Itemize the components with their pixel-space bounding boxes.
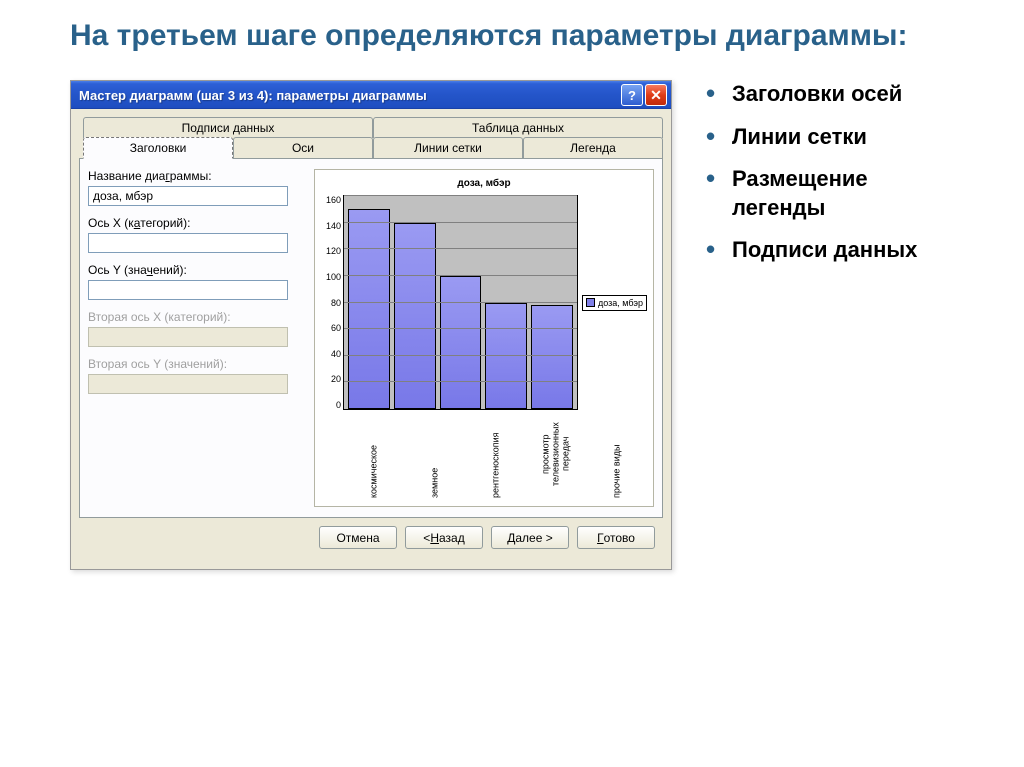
bar	[531, 305, 573, 409]
x-tick-label: космическое	[343, 410, 404, 500]
back-button[interactable]: < Назад	[405, 526, 483, 549]
tab-legend[interactable]: Легенда	[523, 137, 663, 159]
tab-gridlines[interactable]: Линии сетки	[373, 137, 523, 159]
next-button[interactable]: Далее >	[491, 526, 569, 549]
axis-x2-input	[88, 327, 288, 347]
cancel-button[interactable]: Отмена	[319, 526, 397, 549]
y-axis: 160140120100806040200	[321, 195, 343, 410]
axis-x-input[interactable]	[88, 233, 288, 253]
x-tick-label: земное	[404, 410, 465, 500]
chart-title-input[interactable]	[88, 186, 288, 206]
chart-preview: доза, мбэр 160140120100806040200 доза, м	[314, 169, 654, 507]
x-tick-label: рентгеноскопия	[465, 410, 526, 500]
help-button[interactable]: ?	[621, 84, 643, 106]
legend-label: доза, мбэр	[598, 298, 643, 308]
bar	[348, 209, 390, 409]
question-icon: ?	[628, 88, 636, 103]
tab-titles[interactable]: Заголовки	[83, 137, 233, 159]
x-axis-labels: космическоеземноерентгеноскопияпросмотр …	[321, 410, 647, 500]
axis-y-label: Ось Y (значений):	[88, 263, 308, 277]
titlebar: Мастер диаграмм (шаг 3 из 4): параметры …	[71, 81, 671, 109]
finish-button[interactable]: Готово	[577, 526, 655, 549]
close-icon: ✕	[650, 87, 662, 104]
chart-title-label: Название диаграммы:	[88, 169, 308, 183]
slide-title: На третьем шаге определяются параметры д…	[70, 18, 954, 54]
axis-x2-label: Вторая ось X (категорий):	[88, 310, 308, 324]
titlebar-caption: Мастер диаграмм (шаг 3 из 4): параметры …	[79, 88, 619, 103]
bar	[440, 276, 482, 409]
tab-axes[interactable]: Оси	[233, 137, 373, 159]
bullet-list: Заголовки осей Линии сетки Размещение леге…	[702, 80, 954, 279]
axis-y-input[interactable]	[88, 280, 288, 300]
plot-area	[343, 195, 578, 410]
bullet-item: Линии сетки	[706, 123, 954, 152]
bullet-item: Размещение легенды	[706, 165, 954, 222]
x-tick-label: прочие виды	[586, 410, 647, 500]
bar	[485, 303, 527, 410]
legend-color-icon	[586, 298, 595, 307]
tab-data-labels[interactable]: Подписи данных	[83, 117, 373, 138]
legend: доза, мбэр	[582, 295, 647, 311]
bullet-item: Заголовки осей	[706, 80, 954, 109]
axis-x-label: Ось X (категорий):	[88, 216, 308, 230]
tab-data-table[interactable]: Таблица данных	[373, 117, 663, 138]
axis-y2-label: Вторая ось Y (значений):	[88, 357, 308, 371]
bars	[344, 196, 577, 409]
close-button[interactable]: ✕	[645, 84, 667, 106]
x-tick-label: просмотр телевизионных передач	[525, 410, 586, 500]
preview-title: доза, мбэр	[321, 178, 647, 189]
chart-wizard-dialog: Мастер диаграмм (шаг 3 из 4): параметры …	[70, 80, 672, 570]
title-form: Название диаграммы: Ось X (категорий): О…	[88, 169, 308, 507]
axis-y2-input	[88, 374, 288, 394]
bullet-item: Подписи данных	[706, 236, 954, 265]
